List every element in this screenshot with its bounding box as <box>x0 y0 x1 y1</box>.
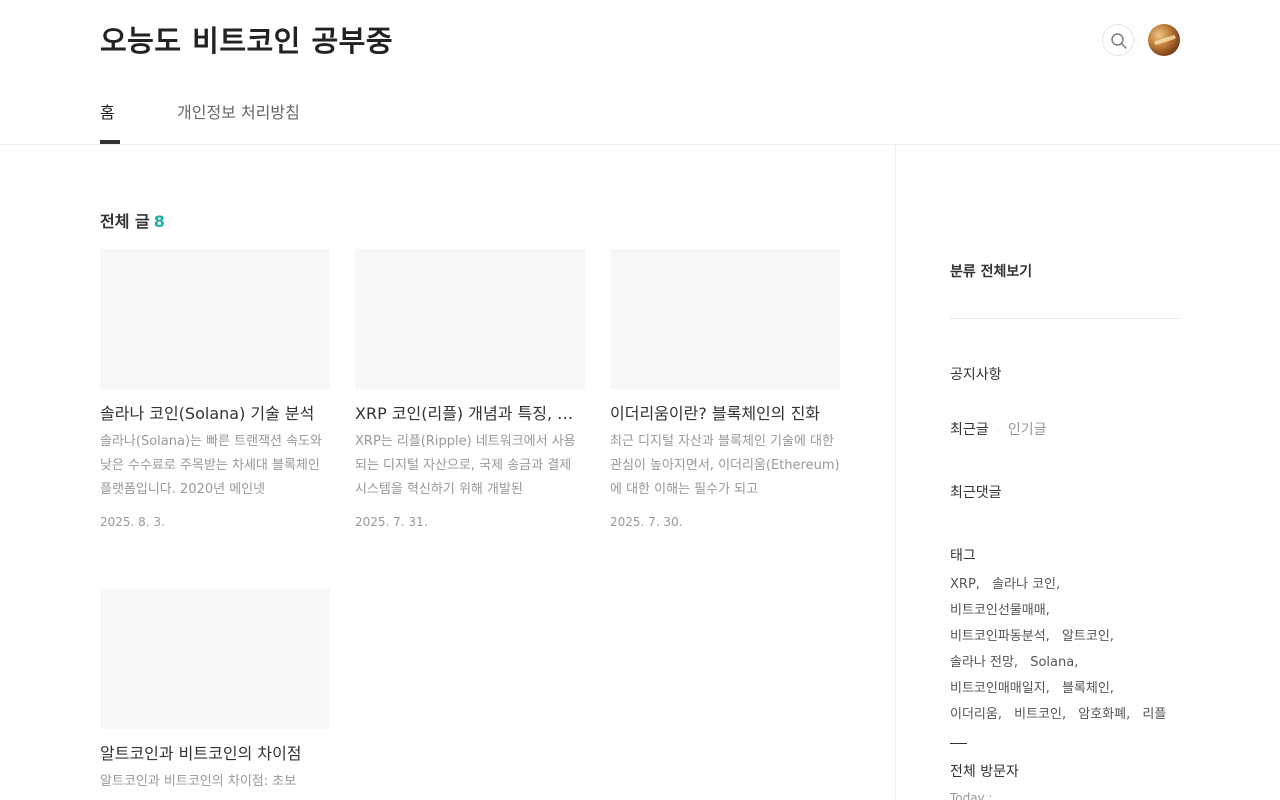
tag-link[interactable]: Solana, <box>1030 655 1078 670</box>
tag-link[interactable]: 비트코인선물매매, <box>950 603 1050 618</box>
post-date: 2025. 8. 3. <box>100 515 165 529</box>
tag-link[interactable]: 비트코인, <box>1014 707 1066 722</box>
post-thumbnail[interactable] <box>355 249 585 389</box>
post-tabs: 최근글 · 인기글 <box>950 419 1180 439</box>
category-all-link[interactable]: 분류 전체보기 <box>950 261 1180 281</box>
tab-recent-posts[interactable]: 최근글 <box>950 422 989 438</box>
site-header: 오능도 비트코인 공부중 홈 개인정보 처리방침 <box>0 0 1280 145</box>
visitors-rule <box>950 743 967 744</box>
tags-heading: 태그 <box>950 548 976 564</box>
tag-link[interactable]: 리플 <box>1142 707 1166 722</box>
post-summary: 솔라나(Solana)는 빠른 트랜잭션 속도와 낮은 수수료로 주목받는 차세… <box>100 434 323 497</box>
search-icon <box>1111 33 1127 49</box>
search-button[interactable] <box>1102 24 1134 56</box>
section-title: 전체 글8 <box>100 208 165 232</box>
sidebar-separator <box>950 318 1180 319</box>
tag-link[interactable]: 암호화폐, <box>1078 707 1130 722</box>
recent-comments-heading: 최근댓글 <box>950 485 1002 501</box>
nav-active-indicator <box>100 140 120 144</box>
post-title[interactable]: 알트코인과 비트코인의 차이점 <box>100 743 330 765</box>
tag-link[interactable]: 알트코인, <box>1062 629 1114 644</box>
tab-popular-posts[interactable]: 인기글 <box>1008 422 1047 438</box>
today-visitors-label: Today : <box>950 791 993 800</box>
post-thumbnail[interactable] <box>100 249 330 389</box>
tag-link[interactable]: 블록체인, <box>1062 681 1114 696</box>
visitors-heading: 전체 방문자 <box>950 764 1019 780</box>
tag-link[interactable]: XRP, <box>950 577 980 592</box>
post-summary: 알트코인과 비트코인의 차이점: 초보 <box>100 774 297 789</box>
post-summary: XRP는 리플(Ripple) 네트워크에서 사용되는 디지털 자산으로, 국제… <box>355 434 576 497</box>
post-card[interactable]: 이더리움이란? 블록체인의 진화 최근 디지털 자산과 블록체인 기술에 대한 … <box>610 249 840 529</box>
tag-link[interactable]: 비트코인매매일지, <box>950 681 1050 696</box>
post-title[interactable]: 이더리움이란? 블록체인의 진화 <box>610 403 840 425</box>
tag-link[interactable]: 솔라나 코인, <box>992 577 1060 592</box>
tag-link[interactable]: 이더리움, <box>950 707 1002 722</box>
tag-link[interactable]: 비트코인파동분석, <box>950 629 1050 644</box>
tab-separator: · <box>996 426 1000 437</box>
post-thumbnail[interactable] <box>100 589 330 729</box>
post-title[interactable]: XRP 코인(리플) 개념과 특징, 전망 <box>355 403 585 425</box>
post-summary: 최근 디지털 자산과 블록체인 기술에 대한 관심이 높아지면서, 이더리움(E… <box>610 434 840 497</box>
nav-item-privacy-policy[interactable]: 개인정보 처리방침 <box>177 99 300 123</box>
post-date: 2025. 7. 30. <box>610 515 683 529</box>
notice-heading[interactable]: 공지사항 <box>950 364 1180 384</box>
tag-cloud: XRP, 솔라나 코인, 비트코인선물매매, 비트코인파동분석, 알트코인, 솔… <box>950 572 1180 728</box>
post-count: 8 <box>153 212 165 231</box>
sidebar-divider <box>895 145 896 800</box>
post-thumbnail[interactable] <box>610 249 840 389</box>
tag-link[interactable]: 솔라나 전망, <box>950 655 1018 670</box>
post-card[interactable]: 알트코인과 비트코인의 차이점 알트코인과 비트코인의 차이점: 초보 <box>100 589 330 800</box>
post-title[interactable]: 솔라나 코인(Solana) 기술 분석 <box>100 403 330 425</box>
nav-item-home[interactable]: 홈 <box>100 99 115 123</box>
post-card[interactable]: 솔라나 코인(Solana) 기술 분석 솔라나(Solana)는 빠른 트랜잭… <box>100 249 330 529</box>
blog-avatar[interactable] <box>1148 24 1180 56</box>
post-card[interactable]: XRP 코인(리플) 개념과 특징, 전망 XRP는 리플(Ripple) 네트… <box>355 249 585 529</box>
post-date: 2025. 7. 31. <box>355 515 428 529</box>
section-label: 전체 글 <box>100 212 150 231</box>
site-title[interactable]: 오능도 비트코인 공부중 <box>100 18 393 60</box>
